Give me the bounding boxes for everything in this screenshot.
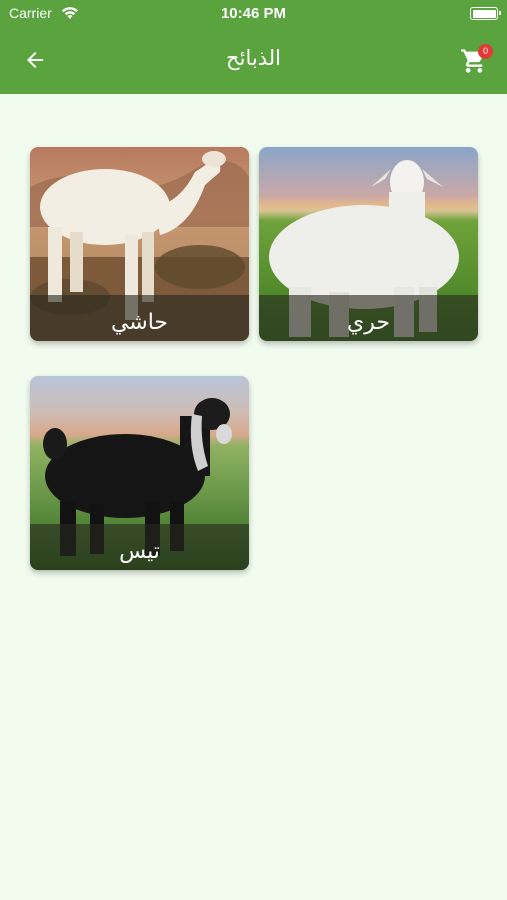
category-card-hashi[interactable]: حاشي bbox=[30, 147, 249, 341]
status-bar: Carrier 10:46 PM bbox=[0, 0, 507, 28]
page-title: الذبائح bbox=[226, 46, 281, 70]
category-card-tais[interactable]: تيس bbox=[30, 376, 249, 570]
battery-icon bbox=[470, 7, 501, 20]
cart-count-badge: 0 bbox=[478, 44, 493, 59]
category-label: حاشي bbox=[110, 310, 169, 335]
cart-button[interactable]: 0 bbox=[460, 44, 493, 76]
status-time: 10:46 PM bbox=[220, 5, 287, 22]
app-bar: Carrier 10:46 PM الذبائح 0 bbox=[0, 0, 507, 94]
category-label: تيس bbox=[119, 539, 160, 564]
category-card-harri[interactable]: حري bbox=[259, 147, 478, 341]
category-label: حري bbox=[347, 310, 390, 335]
